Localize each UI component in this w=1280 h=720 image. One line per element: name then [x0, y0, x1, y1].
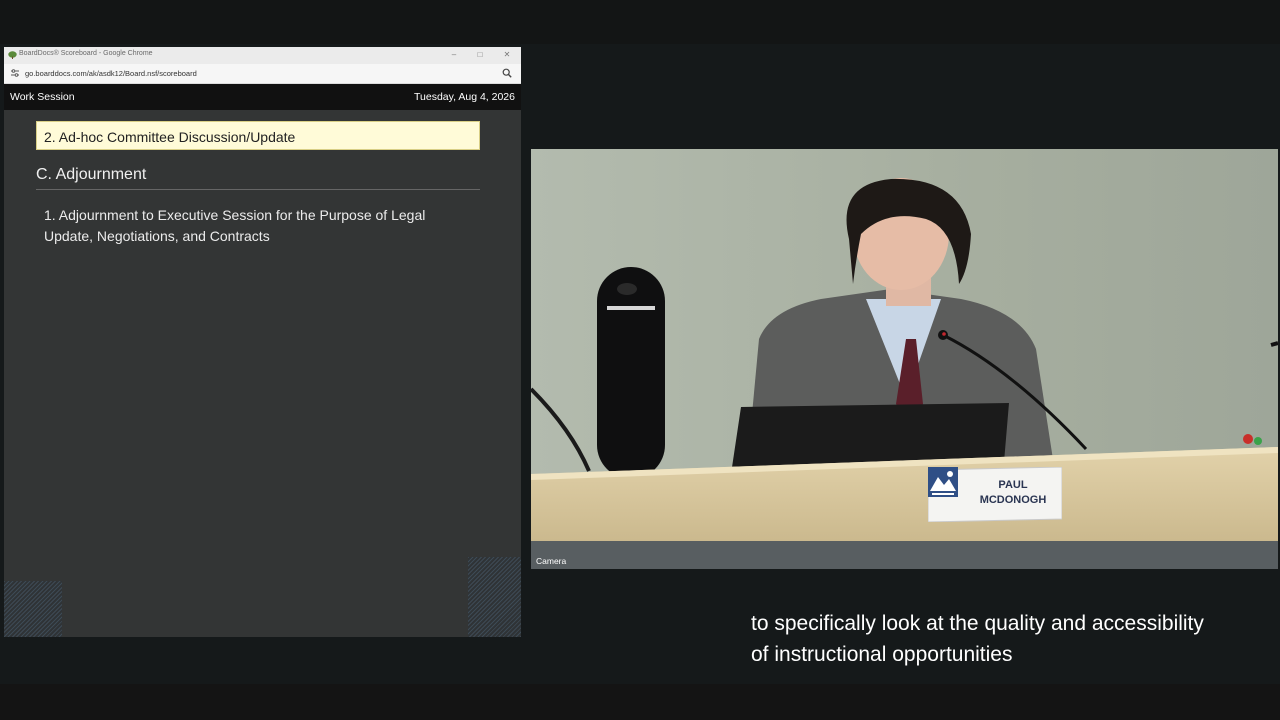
site-info-icon[interactable]: [10, 68, 20, 78]
browser-window: BoardDocs® Scoreboard - Google Chrome – …: [4, 47, 521, 637]
nameplate-first-name: PAUL: [998, 479, 1028, 491]
meeting-type: Work Session: [10, 91, 75, 103]
nameplate-last-name: MCDONOGH: [979, 494, 1047, 506]
section-divider: [36, 189, 480, 190]
title-bar[interactable]: BoardDocs® Scoreboard - Google Chrome – …: [4, 47, 521, 64]
caption-line-2: of instructional opportunities: [751, 643, 1013, 666]
maximize-button[interactable]: □: [474, 49, 486, 61]
camera-scene: [531, 149, 1278, 569]
boarddocs-tree-icon: [8, 51, 17, 59]
window-title: BoardDocs® Scoreboard - Google Chrome: [19, 50, 153, 57]
address-bar[interactable]: go.boarddocs.com/ak/asdk12/Board.nsf/sco…: [4, 64, 521, 84]
camera-feed: PAUL MCDONOGH Camera: [531, 149, 1278, 569]
close-button[interactable]: ✕: [501, 49, 513, 61]
decorative-pattern-right: [468, 557, 521, 637]
zoom-icon[interactable]: [502, 68, 512, 78]
minimize-button[interactable]: –: [448, 49, 460, 61]
live-caption: to specifically look at the quality and …: [751, 608, 1204, 670]
caption-line-1: to specifically look at the quality and …: [751, 612, 1204, 635]
current-agenda-item: 2. Ad-hoc Committee Discussion/Update: [36, 121, 480, 150]
nameplate: PAUL MCDONOGH: [928, 467, 1062, 522]
district-logo-icon: [928, 467, 958, 497]
url-text[interactable]: go.boarddocs.com/ak/asdk12/Board.nsf/sco…: [25, 69, 197, 78]
camera-label: Camera: [536, 556, 567, 566]
current-agenda-item-label: 2. Ad-hoc Committee Discussion/Update: [44, 129, 296, 145]
meeting-date: Tuesday, Aug 4, 2026: [414, 91, 515, 103]
top-background: [0, 0, 1280, 44]
agenda-item: 1. Adjournment to Executive Session for …: [44, 207, 426, 244]
section-heading: C. Adjournment: [36, 166, 147, 183]
scoreboard-header: Work Session Tuesday, Aug 4, 2026: [4, 84, 521, 110]
bottom-background: [0, 684, 1280, 720]
decorative-pattern-left: [4, 581, 62, 637]
